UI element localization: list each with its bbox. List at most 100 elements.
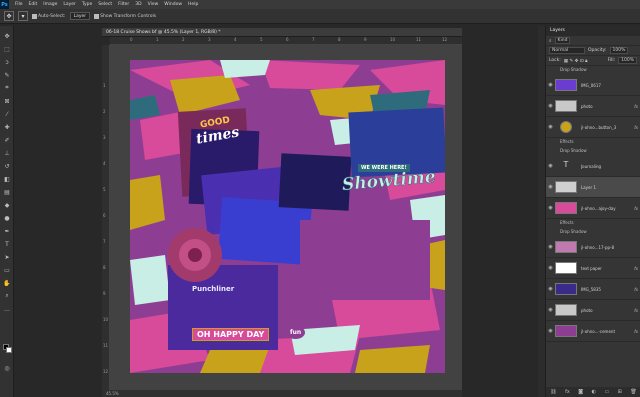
visibility-eye-icon[interactable]: ◉ (546, 244, 555, 250)
lasso-tool-icon[interactable]: ↄ (0, 56, 14, 68)
horizontal-ruler[interactable]: 0 1 2 3 4 5 6 7 8 9 10 11 12 (110, 37, 462, 45)
vertical-ruler[interactable]: 1 2 3 4 5 6 7 8 9 10 11 12 (102, 45, 110, 397)
visibility-eye-icon[interactable]: ◉ (546, 328, 555, 334)
zoom-level[interactable]: 45.5% (106, 391, 119, 396)
auto-select-dropdown[interactable]: Layer (69, 12, 91, 20)
layer-effects-icon[interactable]: fx (634, 329, 638, 334)
menu-filter[interactable]: Filter (115, 0, 132, 9)
visibility-eye-icon[interactable]: ◉ (546, 124, 555, 130)
layer-effect-item[interactable]: Drop Shadow (560, 229, 587, 234)
menu-view[interactable]: View (145, 0, 162, 9)
layer-row[interactable]: ◉ IMG_5835 fx (546, 279, 640, 300)
lock-icons[interactable]: ▦ ✎ ✥ ⊡ 🔒︎ (564, 58, 588, 64)
crop-tool-icon[interactable]: ⌗ (0, 82, 14, 94)
move-tool-icon[interactable]: ✥ (0, 30, 14, 42)
type-tool-icon[interactable]: T (0, 238, 14, 250)
layer-row[interactable]: ◉ Layer 1 (546, 177, 640, 198)
blend-mode-dropdown[interactable]: Normal (549, 47, 585, 54)
add-mask-icon[interactable]: ◙ (578, 389, 583, 395)
eraser-tool-icon[interactable]: ◧ (0, 173, 14, 185)
visibility-eye-icon[interactable]: ◉ (546, 286, 555, 292)
document-area[interactable]: GOOD times WE WERE HERE! Showtime Punchl… (110, 45, 462, 390)
layer-effects-icon[interactable]: fx (634, 287, 638, 292)
fill-field[interactable]: 100% (618, 57, 637, 64)
layers-tab[interactable]: Layers (546, 26, 640, 36)
filter-kind-dropdown[interactable]: Kind (554, 37, 571, 44)
scrapbook-canvas[interactable]: GOOD times WE WERE HERE! Showtime Punchl… (130, 60, 445, 373)
menu-help[interactable]: Help (185, 0, 201, 9)
menu-window[interactable]: Window (161, 0, 185, 9)
new-layer-icon[interactable]: ⊞ (618, 389, 622, 395)
menu-layer[interactable]: Layer (60, 0, 79, 9)
link-layers-icon[interactable]: ⛓ (550, 389, 556, 395)
background-swatch[interactable] (6, 347, 12, 353)
layer-effects-icon[interactable]: fx (634, 266, 638, 271)
status-bar: 45.5% (102, 390, 462, 397)
menu-image[interactable]: Image (40, 0, 60, 9)
quick-mask-icon[interactable]: ◎ (0, 362, 14, 374)
auto-select-checkbox[interactable] (32, 13, 37, 19)
visibility-eye-icon[interactable]: ◉ (546, 205, 555, 211)
layer-style-icon[interactable]: fx (565, 389, 570, 395)
photoshop-logo[interactable]: Ps (0, 0, 9, 9)
visibility-eye-icon[interactable]: ◉ (546, 265, 555, 271)
layer-row[interactable]: ◉ photo fx (546, 96, 640, 117)
layer-row[interactable]: ◉ jl-ohno...17-pp-8 (546, 237, 640, 258)
layer-effect-item[interactable]: Effects (560, 139, 574, 144)
marquee-tool-icon[interactable]: ⬚ (0, 43, 14, 55)
visibility-eye-icon[interactable]: ◉ (546, 184, 555, 190)
more-tools-icon[interactable]: … (0, 303, 14, 315)
layer-row[interactable]: ◉ photo fx (546, 300, 640, 321)
eyedropper-tool-icon[interactable]: ⁄ (0, 108, 14, 120)
brush-tool-icon[interactable]: ✐ (0, 134, 14, 146)
gradient-tool-icon[interactable]: ▤ (0, 186, 14, 198)
layer-row[interactable]: ◉ jl-ohno...button_3 fx (546, 117, 640, 138)
visibility-eye-icon[interactable]: ◉ (546, 103, 555, 109)
auto-select-group[interactable]: Auto-Select: (32, 13, 66, 19)
dodge-tool-icon[interactable]: ● (0, 212, 14, 224)
history-brush-tool-icon[interactable]: ↺ (0, 160, 14, 172)
menu-3d[interactable]: 3D (132, 0, 144, 9)
layer-effect-item[interactable]: Effects (560, 220, 574, 225)
menu-file[interactable]: File (12, 0, 26, 9)
opacity-label: Opacity: (588, 48, 607, 53)
layer-effects-icon[interactable]: fx (634, 125, 638, 130)
ruler-tick: 4 (234, 37, 237, 42)
hand-tool-icon[interactable]: ✋ (0, 277, 14, 289)
healing-tool-icon[interactable]: ✚ (0, 121, 14, 133)
opacity-field[interactable]: 100% (609, 47, 629, 54)
layer-row[interactable]: ◉ text paper fx (546, 258, 640, 279)
document-tab[interactable]: 06-18 Cruise Shows bf @ 45.5% (Layer 1, … (102, 28, 462, 37)
pen-tool-icon[interactable]: ✒ (0, 225, 14, 237)
adjustment-layer-icon[interactable]: ◐ (592, 389, 596, 395)
transform-controls-checkbox[interactable] (94, 13, 100, 19)
auto-select-label: Auto-Select: (38, 13, 66, 19)
blur-tool-icon[interactable]: ◆ (0, 199, 14, 211)
new-group-icon[interactable]: ▭ (604, 389, 609, 395)
delete-layer-icon[interactable]: 🗑︎ (630, 389, 636, 395)
move-tool-icon[interactable]: ✥ (4, 11, 14, 21)
layer-effects-icon[interactable]: fx (634, 206, 638, 211)
zoom-tool-icon[interactable]: ⌕ (0, 290, 14, 302)
path-select-tool-icon[interactable]: ➤ (0, 251, 14, 263)
layer-row[interactable]: ◉ IMG_0617 (546, 75, 640, 96)
rectangle-tool-icon[interactable]: ▭ (0, 264, 14, 276)
visibility-eye-icon[interactable]: ◉ (546, 163, 555, 169)
menu-edit[interactable]: Edit (26, 0, 41, 9)
visibility-eye-icon[interactable]: ◉ (546, 307, 555, 313)
transform-controls-group[interactable]: Show Transform Controls (94, 13, 156, 19)
menu-type[interactable]: Type (79, 0, 95, 9)
clone-stamp-tool-icon[interactable]: ⊥ (0, 147, 14, 159)
layer-row[interactable]: ◉ jl-ohno...-cement fx (546, 321, 640, 342)
layer-row[interactable]: ◉ T Journaling (546, 156, 640, 177)
visibility-eye-icon[interactable]: ◉ (546, 82, 555, 88)
frame-tool-icon[interactable]: ⊠ (0, 95, 14, 107)
layer-effects-icon[interactable]: fx (634, 104, 638, 109)
menu-select[interactable]: Select (95, 0, 115, 9)
tool-preset-icon[interactable]: ▾ (18, 11, 28, 21)
layer-effects-icon[interactable]: fx (634, 308, 638, 313)
layer-row[interactable]: ◉ jl-ohno...ajoy-day fx (546, 198, 640, 219)
layer-effect-item[interactable]: Drop Shadow (560, 67, 587, 72)
layer-effect-item[interactable]: Drop Shadow (560, 148, 587, 153)
quick-select-tool-icon[interactable]: ✎ (0, 69, 14, 81)
